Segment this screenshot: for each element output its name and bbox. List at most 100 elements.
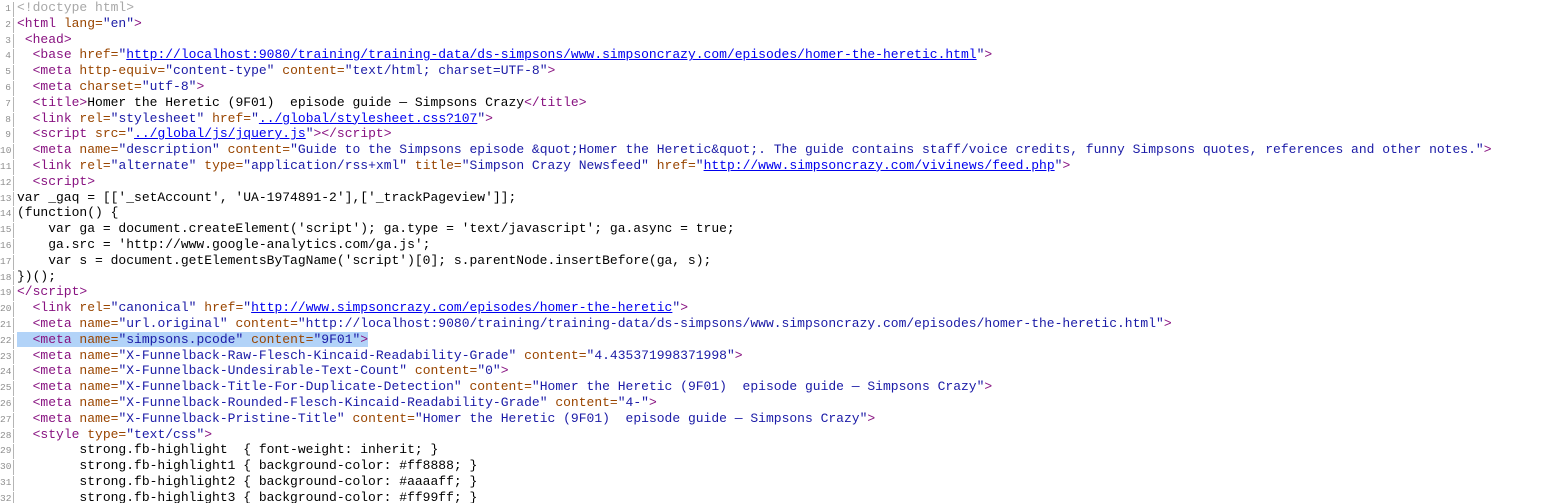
line-number: 17 [0,254,14,270]
code-segment: var ga = document.createElement('script'… [17,221,735,237]
code-segment: "canonical" [110,300,197,316]
code-segment: "4.435371998371998" [586,347,735,363]
code-segment: <meta [32,142,80,158]
code-segment: <script> [32,173,96,189]
source-line-selected: 22 <meta name="simpsons.pcode" content="… [0,331,1556,349]
source-line: 2 <html lang="en"> [0,16,1556,33]
line-number: 4 [0,49,14,65]
source-link[interactable]: ../global/js/jquery.js [134,126,306,141]
line-code: ga.src = 'http://www.google-analytics.co… [17,237,430,253]
code-text: <link rel="alternate" type="application/… [17,157,1071,173]
code-text: <script src="../global/js/jquery.js"></s… [17,126,392,141]
source-line: 18})(); [0,269,1556,286]
code-segment: > [648,394,657,410]
code-segment: content= [461,379,532,395]
code-text: strong.fb-highlight1 { background-color:… [17,458,477,473]
code-segment: <meta [32,78,80,94]
code-segment: content= [243,331,314,347]
code-segment: "text/html; charset=UTF-8" [344,63,548,79]
code-segment: "description" [118,142,220,158]
line-code: <link rel="stylesheet" href="../global/s… [17,110,493,127]
line-code: strong.fb-highlight { font-weight: inher… [17,442,438,458]
code-segment: var _gaq = [['_setAccount', 'UA-1974891-… [17,189,517,205]
code-segment: <link [32,110,80,126]
line-number: 31 [0,475,14,491]
code-text: <style type="text/css"> [17,427,212,442]
code-segment: title= [407,157,462,173]
view-source-page: 1 <!doctype html> 2 <html lang="en"> 3 <head… [0,0,1556,503]
line-code: <head> [17,32,72,48]
code-segment: name= [79,331,119,347]
code-text: </script> [17,284,87,299]
code-segment: type= [87,426,127,442]
code-text: <script> [17,174,95,189]
line-code: <base href="http://localhost:9080/traini… [17,47,993,63]
code-segment: rel= [79,157,111,173]
line-code: <link rel="alternate" type="application/… [17,157,1071,174]
code-segment: "X-Funnelback-Undesirable-Text-Count" [118,363,408,379]
code-text: <link rel="canonical" href="http://www.s… [17,300,688,315]
code-segment: > [734,347,743,363]
code-segment: <head> [24,31,72,47]
line-number: 30 [0,460,14,475]
line-code: <style type="text/css"> [17,427,212,443]
code-segment: "stylesheet" [110,110,205,126]
line-code: var ga = document.createElement('script'… [17,221,735,237]
code-segment: lang= [63,15,103,31]
source-line: 24 <meta name="X-Funnelback-Undesirable-… [0,363,1556,381]
code-text: })(); [17,269,56,284]
code-segment: > [547,63,556,79]
code-segment: strong.fb-highlight { font-weight: inher… [17,442,439,458]
code-segment: <meta [32,363,80,379]
line-code: (function() { [17,205,118,221]
source-link[interactable]: http://www.simpsoncrazy.com/episodes/hom… [251,300,672,315]
code-segment: "text/css" [126,426,205,442]
code-segment: content= [219,142,291,158]
code-segment: > [204,426,213,442]
line-number: 3 [0,33,14,49]
code-segment: name= [79,379,119,395]
line-code: </script> [17,284,87,300]
code-segment: "Homer the Heretic (9F01) episode guide … [414,410,868,426]
code-text: <meta name="X-Funnelback-Undesirable-Tex… [17,363,509,378]
code-segment: href= [79,47,119,63]
line-number: 20 [0,302,14,317]
code-segment: " [243,300,252,316]
code-text: <head> [17,32,72,47]
source-link[interactable]: http://www.simpsoncrazy.com/vivinews/fee… [704,158,1055,173]
code-segment: Homer the Heretic (9F01) episode guide —… [87,94,525,110]
code-segment: > [360,331,369,347]
code-segment: <style [32,426,88,442]
code-segment: content= [516,347,587,363]
code-text: strong.fb-highlight { font-weight: inher… [17,442,438,457]
code-segment: <meta [32,331,80,347]
code-segment: <html [17,15,64,31]
line-number: 24 [0,365,14,381]
code-segment: var s = document.getElementsByTagName('s… [17,252,712,268]
code-segment: "http://localhost:9080/training/training… [297,315,1164,331]
source-line: 30 strong.fb-highlight1 { background-col… [0,458,1556,475]
source-line: 25 <meta name="X-Funnelback-Title-For-Du… [0,379,1556,396]
selection-highlight: <meta name="simpsons.pcode" content="9F0… [17,331,369,347]
code-segment: <meta [32,63,80,79]
source-line: 17 var s = document.getElementsByTagName… [0,252,1556,270]
code-segment: src= [95,126,127,142]
source-link[interactable]: http://localhost:9080/training/training-… [126,47,976,62]
code-segment: > [1163,315,1172,331]
code-segment: name= [79,347,119,363]
source-link[interactable]: ../global/stylesheet.css?107 [259,111,477,126]
source-line: 32 strong.fb-highlight3 { background-col… [0,490,1556,503]
line-number: 11 [0,159,14,175]
code-text: <html lang="en"> [17,16,142,31]
code-segment: "en" [102,15,135,31]
